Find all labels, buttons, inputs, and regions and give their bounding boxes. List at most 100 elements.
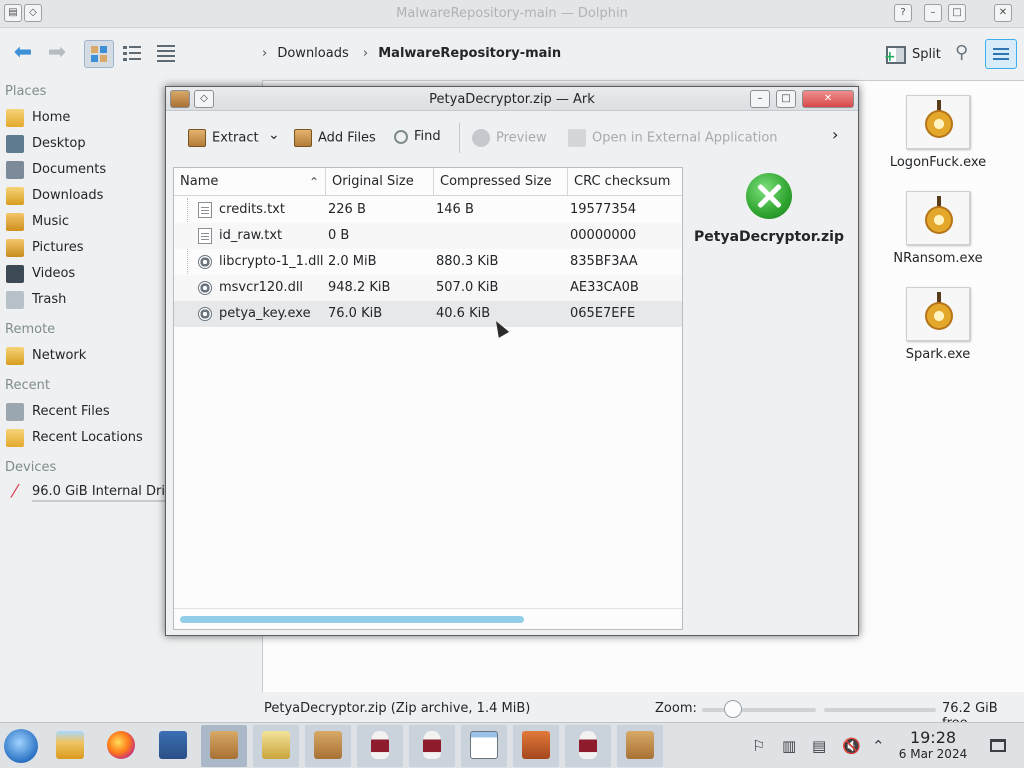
task-wine-2[interactable] xyxy=(409,725,455,767)
column-header-original-size[interactable]: Original Size xyxy=(326,168,434,196)
task-firefox[interactable] xyxy=(98,725,144,767)
hamburger-menu-button[interactable] xyxy=(985,39,1017,69)
executable-icon xyxy=(906,287,970,341)
text-file-icon xyxy=(198,228,212,244)
column-header-crc[interactable]: CRC checksum xyxy=(568,168,682,196)
task-setup[interactable] xyxy=(513,725,559,767)
horizontal-scrollbar[interactable] xyxy=(180,616,524,623)
table-row[interactable]: msvcr120.dll 948.2 KiB 507.0 KiB AE33CA0… xyxy=(174,275,682,301)
column-header-compressed-size[interactable]: Compressed Size xyxy=(434,168,568,196)
open-external-icon xyxy=(568,129,586,147)
dolphin-toolbar: ⬅ ➡ › Downloads › MalwareRepository-main… xyxy=(0,28,1024,80)
add-files-button[interactable]: Add Files xyxy=(294,129,376,147)
table-row[interactable]: id_raw.txt 0 B 00000000 xyxy=(174,223,682,249)
maximize-button[interactable]: □ xyxy=(948,4,966,22)
search-icon[interactable]: ⚲ xyxy=(955,42,968,63)
task-notes[interactable] xyxy=(253,725,299,767)
breadcrumb: › Downloads › MalwareRepository-main xyxy=(262,46,561,61)
home-folder-icon xyxy=(6,108,24,127)
text-file-icon xyxy=(198,202,212,218)
compact-view-button[interactable] xyxy=(118,40,148,68)
forward-icon[interactable]: ➡ xyxy=(42,40,72,68)
file-name: LogonFuck.exe xyxy=(889,155,987,170)
archive-file-table[interactable]: Name ⌃ Original Size Compressed Size CRC … xyxy=(173,167,683,630)
sort-ascending-icon: ⌃ xyxy=(308,175,319,189)
task-wine-1[interactable] xyxy=(357,725,403,767)
notepad-icon xyxy=(470,731,498,759)
places-heading: Places xyxy=(5,84,47,99)
desktop-icon xyxy=(6,134,24,153)
zoom-slider[interactable] xyxy=(702,708,816,712)
ark-toolbar: Extract ⌄ Add Files Find Preview Open in… xyxy=(166,111,858,163)
close-button[interactable]: ✕ xyxy=(994,4,1012,22)
dolphin-title: MalwareRepository-main — Dolphin xyxy=(396,6,628,21)
column-header-name[interactable]: Name ⌃ xyxy=(174,168,326,196)
task-ark-3[interactable] xyxy=(617,725,663,767)
archive-box-icon xyxy=(626,731,654,759)
extract-dropdown-chevron-icon[interactable]: ⌄ xyxy=(268,127,280,143)
toolbar-overflow-chevron-icon[interactable]: › xyxy=(832,125,838,144)
file-item[interactable]: NRansom.exe xyxy=(883,191,993,266)
free-space-bar xyxy=(824,708,936,712)
preview-icon xyxy=(472,129,490,147)
task-wine-3[interactable] xyxy=(565,725,611,767)
ark-close-button[interactable]: ✕ xyxy=(802,90,854,108)
add-files-icon xyxy=(294,129,312,147)
notifications-icon[interactable]: ⚐ xyxy=(752,737,765,755)
clipboard-icon[interactable]: ▥ xyxy=(782,737,796,755)
trash-icon xyxy=(6,290,24,309)
wine-glass-icon xyxy=(423,731,441,759)
table-row[interactable]: petya_key.exe 76.0 KiB 40.6 KiB 065E7EFE xyxy=(174,301,682,327)
breadcrumb-downloads[interactable]: Downloads xyxy=(277,46,348,61)
taskbar: ⚐ ▥ ▤ 🔇 ⌃ 19:28 6 Mar 2024 xyxy=(0,722,1024,768)
extract-button[interactable]: Extract xyxy=(188,129,259,147)
documents-icon xyxy=(6,160,24,179)
open-external-button[interactable]: Open in External Application xyxy=(568,129,778,147)
split-view-icon xyxy=(884,45,906,64)
ark-minimize-button[interactable]: – xyxy=(750,90,770,108)
battery-icon[interactable]: ▤ xyxy=(812,737,826,755)
ark-titlebar: ◇ PetyaDecryptor.zip — Ark – □ ✕ xyxy=(166,87,858,111)
split-label: Split xyxy=(912,47,941,62)
breadcrumb-current[interactable]: MalwareRepository-main xyxy=(378,46,561,61)
zoom-label: Zoom: xyxy=(655,701,697,716)
executable-icon xyxy=(906,191,970,245)
file-item[interactable]: Spark.exe xyxy=(883,287,993,362)
task-dolphin[interactable] xyxy=(47,725,93,767)
details-view-button[interactable] xyxy=(152,40,182,68)
search-icon xyxy=(394,129,408,144)
volume-muted-icon[interactable]: 🔇 xyxy=(842,737,861,755)
library-gear-icon xyxy=(198,281,212,295)
show-desktop-icon[interactable] xyxy=(990,739,1006,752)
preview-button[interactable]: Preview xyxy=(472,129,547,147)
breadcrumb-separator-icon: › xyxy=(262,46,268,61)
ark-window: ◇ PetyaDecryptor.zip — Ark – □ ✕ Extract… xyxy=(165,86,859,636)
zoom-slider-handle[interactable] xyxy=(724,700,742,718)
breadcrumb-separator-icon: › xyxy=(362,46,369,61)
recent-heading: Recent xyxy=(5,378,50,393)
task-ark-2[interactable] xyxy=(305,725,351,767)
pictures-folder-icon xyxy=(6,238,24,257)
find-button[interactable]: Find xyxy=(394,129,441,144)
keep-above-icon[interactable]: ? xyxy=(894,4,912,22)
task-system-settings[interactable] xyxy=(150,725,196,767)
file-manager-icon xyxy=(56,731,84,759)
task-ark-active[interactable] xyxy=(201,725,247,767)
table-row[interactable]: libcrypto-1_1.dll 2.0 MiB 880.3 KiB 835B… xyxy=(174,249,682,275)
tray-expand-chevron-icon[interactable]: ⌃ xyxy=(872,737,885,755)
icons-view-button[interactable] xyxy=(84,40,114,68)
clock[interactable]: 19:28 6 Mar 2024 xyxy=(893,728,973,762)
paper-bag-icon xyxy=(262,731,290,759)
recent-locations-icon xyxy=(6,428,24,447)
horizontal-scroll-track[interactable] xyxy=(174,608,682,609)
clock-time: 19:28 xyxy=(909,728,957,747)
minimize-button[interactable]: – xyxy=(924,4,942,22)
back-icon[interactable]: ⬅ xyxy=(8,40,38,68)
extract-icon xyxy=(188,129,206,147)
start-menu-button[interactable] xyxy=(4,729,38,763)
task-notepad[interactable] xyxy=(461,725,507,767)
ark-maximize-button[interactable]: □ xyxy=(776,90,796,108)
file-item[interactable]: LogonFuck.exe xyxy=(883,95,993,170)
table-row[interactable]: credits.txt 226 B 146 B 19577354 xyxy=(174,197,682,223)
split-button[interactable]: Split xyxy=(884,42,941,68)
